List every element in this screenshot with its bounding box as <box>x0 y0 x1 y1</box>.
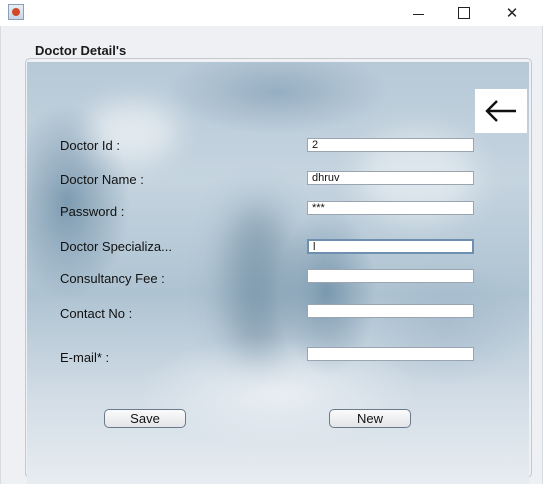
panel-title: Doctor Detail's <box>35 43 127 58</box>
doctor-name-field[interactable] <box>307 171 474 185</box>
contact-no-label: Contact No : <box>60 306 133 321</box>
close-button[interactable]: ✕ <box>489 0 535 26</box>
consultancy-fee-field[interactable] <box>307 269 474 283</box>
specialization-field[interactable] <box>307 239 474 254</box>
password-label: Password : <box>60 204 125 219</box>
close-icon: ✕ <box>505 5 519 22</box>
password-field[interactable] <box>307 201 474 215</box>
minimize-icon <box>412 13 424 15</box>
doctor-details-frame: Doctor Detail's Doctor Id : Doctor Name … <box>0 26 543 484</box>
minimize-button[interactable] <box>395 0 441 26</box>
email-label: E-mail* : <box>60 350 110 365</box>
back-button[interactable] <box>475 89 527 133</box>
window-titlebar: ✕ <box>0 0 543 26</box>
doctor-id-field[interactable] <box>307 138 474 152</box>
contact-no-field[interactable] <box>307 304 474 318</box>
doctor-name-label: Doctor Name : <box>60 172 144 187</box>
maximize-icon <box>458 7 470 19</box>
background-blur <box>227 202 287 362</box>
background-image <box>87 102 177 162</box>
new-button[interactable]: New <box>329 409 411 428</box>
doctor-id-label: Doctor Id : <box>60 138 120 153</box>
maximize-button[interactable] <box>441 0 487 26</box>
arrow-left-icon <box>485 100 516 122</box>
save-button[interactable]: Save <box>104 409 186 428</box>
email-field[interactable] <box>307 347 474 361</box>
specialization-label: Doctor Specializa... <box>60 239 172 254</box>
consultancy-fee-label: Consultancy Fee : <box>60 271 165 286</box>
form-panel: Doctor Id : Doctor Name : Password : Doc… <box>27 62 529 484</box>
java-app-icon <box>8 4 24 20</box>
